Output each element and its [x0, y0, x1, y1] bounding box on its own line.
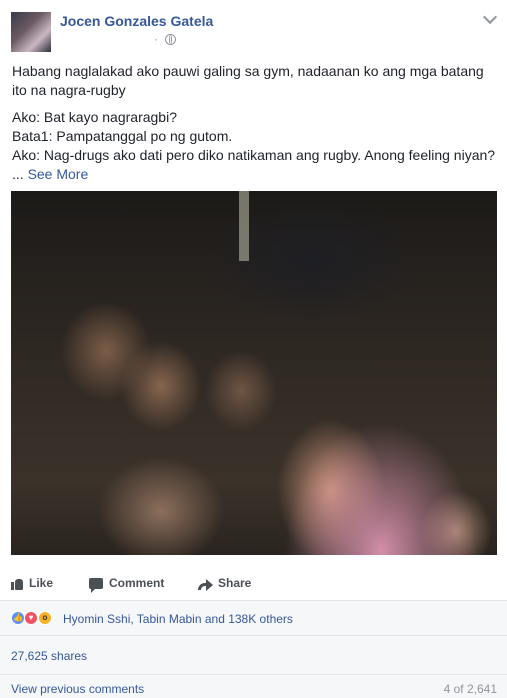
dialogue-block: Ako: Bat kayo nagraragbi? Bata1: Pampata… — [12, 108, 497, 184]
comments-bar: View previous comments 4 of 2,641 — [0, 675, 507, 698]
comment-icon — [89, 578, 103, 594]
like-icon — [11, 578, 23, 590]
street-light — [239, 191, 249, 261]
action-bar: Like Comment Share — [0, 568, 507, 601]
dialogue-line: Ako: Bat kayo nagraragbi? — [12, 109, 177, 125]
like-button[interactable]: Like — [11, 576, 53, 590]
ellipsis: ... — [12, 166, 24, 182]
see-more-link[interactable]: See More — [28, 166, 89, 182]
share-icon — [198, 578, 213, 591]
shares-count[interactable]: 27,625 shares — [11, 649, 87, 663]
author-name[interactable]: Jocen Gonzales Gatela — [60, 13, 213, 29]
post-paragraph: Habang naglalakad ako pauwi galing sa gy… — [12, 63, 484, 98]
avatar[interactable] — [11, 12, 51, 52]
comment-button[interactable]: Comment — [89, 576, 165, 594]
love-reaction-icon[interactable]: ♥ — [24, 611, 38, 625]
reactions-summary[interactable]: Hyomin Sshi, Tabin Mabin and 138K others — [63, 612, 293, 626]
see-more-line: ... See More — [12, 165, 497, 184]
meta-dot: · — [154, 32, 158, 46]
reactions-bar: 👍 ♥ o Hyomin Sshi, Tabin Mabin and 138K … — [0, 601, 507, 636]
share-label: Share — [218, 576, 252, 590]
shares-bar: 27,625 shares — [0, 636, 507, 675]
dialogue-line: Bata1: Pampatanggal po ng gutom. — [12, 128, 233, 144]
globe-icon[interactable] — [165, 34, 177, 46]
like-reaction-icon[interactable]: 👍 — [11, 611, 25, 625]
post-photo[interactable] — [11, 191, 497, 555]
like-label: Like — [29, 576, 54, 590]
comment-label: Comment — [109, 576, 165, 590]
chevron-down-icon[interactable] — [482, 9, 498, 25]
view-previous-comments-link[interactable]: View previous comments — [11, 682, 144, 696]
post-header: Jocen Gonzales Gatela · — [0, 0, 507, 60]
post-body: Habang naglalakad ako pauwi galing sa gy… — [12, 62, 497, 184]
post-meta: · — [154, 32, 177, 46]
comment-count: 4 of 2,641 — [443, 682, 497, 696]
wow-reaction-icon[interactable]: o — [38, 611, 52, 625]
dialogue-line: Ako: Nag-drugs ako dati pero diko natika… — [12, 147, 496, 163]
share-button[interactable]: Share — [198, 576, 252, 591]
